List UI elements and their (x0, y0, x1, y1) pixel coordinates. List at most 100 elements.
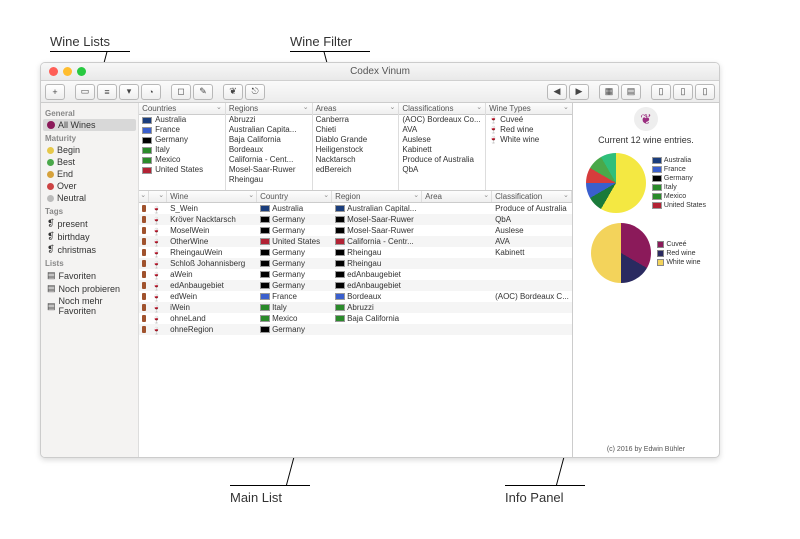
filter-item[interactable]: Diablo Grande (313, 135, 399, 145)
chart-button[interactable]: ◔ (141, 84, 161, 100)
filter-countries[interactable]: CountriesAustraliaFranceGermanyItalyMexi… (139, 103, 226, 190)
info-panel: ❦ Current 12 wine entries. AustraliaFran… (572, 103, 719, 457)
cell (492, 258, 572, 269)
table-body[interactable]: 🍷S_WeinAustraliaAustralian Capital...Pro… (139, 203, 572, 457)
sidebar-tag-present[interactable]: ❡present (43, 217, 136, 230)
sidebar-over[interactable]: Over (43, 180, 136, 192)
filter-item[interactable]: Auslese (399, 135, 485, 145)
filter-item[interactable]: Germany (139, 135, 225, 145)
filter-item[interactable]: edBereich (313, 165, 399, 175)
zoom-icon[interactable] (77, 67, 86, 76)
sidebar-right-button[interactable]: ▯ (695, 84, 715, 100)
glass-icon: 🍷 (152, 282, 160, 290)
table-row[interactable]: 🍷S_WeinAustraliaAustralian Capital...Pro… (139, 203, 572, 214)
close-icon[interactable] (49, 67, 58, 76)
col-country[interactable]: Country (257, 191, 332, 202)
filter-item[interactable]: Kabinett (399, 145, 485, 155)
filter-item[interactable]: 🍷Red wine (486, 125, 572, 135)
table-row[interactable]: 🍷OtherWineUnited StatesCalifornia - Cent… (139, 236, 572, 247)
table-row[interactable]: 🍷ohneRegionGermany (139, 324, 572, 335)
filter-classifications[interactable]: Classifications(AOC) Bordeaux Co...AVAAu… (399, 103, 486, 190)
filter-head[interactable]: Regions (226, 103, 312, 115)
filter-item[interactable]: Mexico (139, 155, 225, 165)
filter-item[interactable]: Mosel-Saar-Ruwer (226, 165, 312, 175)
table-row[interactable]: 🍷MoselWeinGermanyMosel-Saar-RuwerAuslese (139, 225, 572, 236)
col-class[interactable]: Classification (492, 191, 572, 202)
sidebar-best[interactable]: Best (43, 156, 136, 168)
filter-areas[interactable]: AreasCanberraChietiDiablo GrandeHeiligen… (313, 103, 400, 190)
grapes-button[interactable]: ❦ (223, 84, 243, 100)
cell: France (257, 291, 332, 302)
filter-regions[interactable]: RegionsAbruzziAustralian Capita...Baja C… (226, 103, 313, 190)
filter-head[interactable]: Classifications (399, 103, 485, 115)
sidebar-head-tags: Tags (45, 207, 136, 216)
filter-item[interactable]: Italy (139, 145, 225, 155)
titlebar[interactable]: Codex Vinum (41, 63, 719, 81)
table-row[interactable]: 🍷iWeinItalyAbruzzi (139, 302, 572, 313)
edit-button[interactable]: ✎ (193, 84, 213, 100)
sidebar-end[interactable]: End (43, 168, 136, 180)
sidebar-list-nochmehr[interactable]: ▤Noch mehr Favoriten (43, 295, 136, 317)
table-row[interactable]: 🍷edAnbaugebietGermanyedAnbaugebiet (139, 280, 572, 291)
filter-item[interactable]: 🍷White wine (486, 135, 572, 145)
filter-item[interactable]: California - Cent... (226, 155, 312, 165)
flag-icon (260, 293, 270, 300)
sidebar-mid-button[interactable]: ▯ (673, 84, 693, 100)
sidebar-begin[interactable]: Begin (43, 144, 136, 156)
filter-item[interactable]: Chieti (313, 125, 399, 135)
tiles-button[interactable]: ▤ (621, 84, 641, 100)
table-row[interactable]: 🍷Schloß JohannisbergGermanyRheingau (139, 258, 572, 269)
table-row[interactable]: 🍷Kröver NacktarschGermanyMosel-Saar-Ruwe… (139, 214, 572, 225)
grid-button[interactable]: ▦ (599, 84, 619, 100)
minimize-icon[interactable] (63, 67, 72, 76)
flag-icon (335, 238, 345, 245)
filter-item[interactable]: (AOC) Bordeaux Co... (399, 115, 485, 125)
view-card-button[interactable]: ▭ (75, 84, 95, 100)
next-button[interactable]: ▶ (569, 84, 589, 100)
sidebar-tag-birthday[interactable]: ❡birthday (43, 230, 136, 243)
filter-item[interactable]: Abruzzi (226, 115, 312, 125)
filter-button[interactable]: ▾ (119, 84, 139, 100)
filter-head[interactable]: Countries (139, 103, 225, 115)
filter-item[interactable]: Rheingau (226, 175, 312, 185)
cell: Germany (257, 324, 332, 335)
filter-item[interactable]: Heiligenstock (313, 145, 399, 155)
filter-item[interactable]: United States (139, 165, 225, 175)
col-region[interactable]: Region (332, 191, 422, 202)
filter-item[interactable]: Australia (139, 115, 225, 125)
filter-item[interactable]: 🍷Cuveé (486, 115, 572, 125)
sidebar-left-button[interactable]: ▯ (651, 84, 671, 100)
table-row[interactable]: 🍷edWeinFranceBordeaux(AOC) Bordeaux C... (139, 291, 572, 302)
filter-head[interactable]: Areas (313, 103, 399, 115)
legend-item: United States (652, 201, 706, 210)
table-row[interactable]: 🍷ohneLandMexicoBaja California (139, 313, 572, 324)
tag-button[interactable]: ◻ (171, 84, 191, 100)
legend-item: White wine (657, 258, 700, 267)
filter-winetypes[interactable]: Wine Types🍷Cuveé🍷Red wine🍷White wine (486, 103, 572, 190)
table-row[interactable]: 🍷aWeinGermanyedAnbaugebiet (139, 269, 572, 280)
filter-head[interactable]: Wine Types (486, 103, 572, 115)
filter-item[interactable]: Produce of Australia (399, 155, 485, 165)
col-area[interactable]: Area (422, 191, 492, 202)
types-pie (591, 223, 651, 283)
sidebar-tag-christmas[interactable]: ❡christmas (43, 243, 136, 256)
prev-button[interactable]: ◀ (547, 84, 567, 100)
table-row[interactable]: 🍷RheingauWeinGermanyRheingauKabinett (139, 247, 572, 258)
sidebar-neutral[interactable]: Neutral (43, 192, 136, 204)
col-wine[interactable]: Wine (167, 191, 257, 202)
sidebar-all-wines[interactable]: All Wines (43, 119, 136, 131)
cell: Mosel-Saar-Ruwer (332, 225, 422, 236)
view-list-button[interactable]: ≡ (97, 84, 117, 100)
filter-item[interactable]: France (139, 125, 225, 135)
sidebar-list-favoriten[interactable]: ▤Favoriten (43, 269, 136, 282)
sidebar-list-noch[interactable]: ▤Noch probieren (43, 282, 136, 295)
filter-item[interactable]: QbA (399, 165, 485, 175)
bottle-button[interactable]: ⎋ (245, 84, 265, 100)
filter-item[interactable]: Canberra (313, 115, 399, 125)
filter-item[interactable]: Nacktarsch (313, 155, 399, 165)
filter-item[interactable]: Baja California (226, 135, 312, 145)
filter-item[interactable]: AVA (399, 125, 485, 135)
filter-item[interactable]: Bordeaux (226, 145, 312, 155)
add-button[interactable]: + (45, 84, 65, 100)
filter-item[interactable]: Australian Capita... (226, 125, 312, 135)
